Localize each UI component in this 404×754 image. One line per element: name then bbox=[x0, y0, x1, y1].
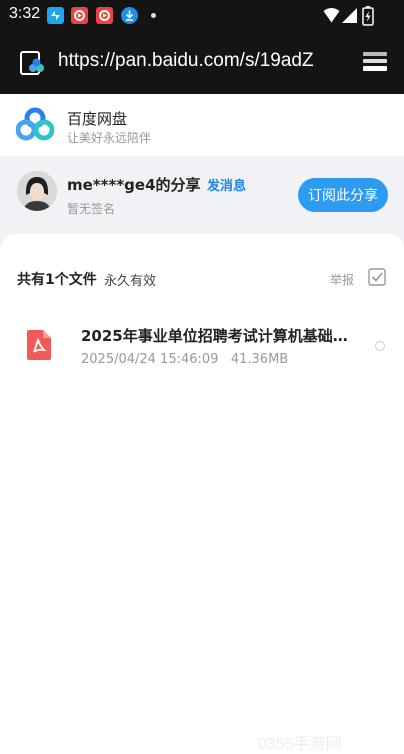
owner-signature: 暂无签名 bbox=[67, 202, 116, 216]
file-name[interactable]: 2025年事业单位招聘考试计算机基础知识 bbox=[81, 325, 361, 346]
share-validity: 永久有效 bbox=[104, 274, 157, 289]
baidu-netdisk-site-icon bbox=[20, 50, 48, 82]
file-list-card: 共有1个文件 永久有效 举报 2025年事业单位招聘考试计算机基础知识 2025… bbox=[0, 234, 404, 753]
avatar[interactable] bbox=[17, 171, 57, 211]
browser-url-bar[interactable]: https://pan.baidu.com/s/19adZ bbox=[0, 32, 404, 94]
brand-name: 百度网盘 bbox=[67, 110, 128, 128]
report-link[interactable]: 举报 bbox=[330, 271, 354, 288]
brand-header: 百度网盘 让美好永远陪伴 bbox=[0, 94, 404, 156]
signal-icon bbox=[342, 8, 357, 27]
file-date: 2025/04/24 15:46:09 bbox=[81, 352, 219, 367]
baidu-netdisk-logo-icon bbox=[15, 107, 55, 141]
file-size: 41.36MB bbox=[230, 352, 289, 367]
file-meta: 2025/04/24 15:46:09 41.36MB bbox=[81, 352, 288, 367]
brand-slogan: 让美好永远陪伴 bbox=[67, 131, 152, 145]
url-text[interactable]: https://pan.baidu.com/s/19adZ bbox=[58, 50, 314, 72]
status-bar: 3:32 bbox=[0, 0, 404, 32]
select-all-checkbox-icon[interactable] bbox=[368, 268, 386, 286]
share-owner-section: me****ge4的分享 发消息 暂无签名 订阅此分享 bbox=[0, 156, 404, 234]
share-owner-title: me****ge4的分享 bbox=[67, 176, 201, 194]
file-count: 共有1个文件 bbox=[17, 272, 97, 288]
more-notifications-dot-icon bbox=[151, 13, 156, 18]
share-page: 百度网盘 让美好永远陪伴 me****ge4的分享 发消息 暂无签名 订阅此分享… bbox=[0, 94, 404, 753]
file-select-radio[interactable] bbox=[375, 341, 385, 351]
video-app-notification-icon bbox=[71, 7, 88, 24]
app-notification-icon bbox=[47, 7, 64, 24]
pdf-icon bbox=[27, 330, 51, 360]
download-notification-icon bbox=[121, 7, 138, 24]
video-app-notification-icon-2 bbox=[96, 7, 113, 24]
tabs-menu-icon[interactable] bbox=[360, 47, 390, 77]
send-message-link[interactable]: 发消息 bbox=[207, 175, 246, 194]
status-time: 3:32 bbox=[9, 5, 41, 22]
watermark: 0355手游网 bbox=[258, 736, 342, 753]
subscribe-share-button[interactable]: 订阅此分享 bbox=[298, 178, 388, 212]
wifi-icon bbox=[323, 8, 340, 27]
battery-icon bbox=[362, 6, 374, 30]
